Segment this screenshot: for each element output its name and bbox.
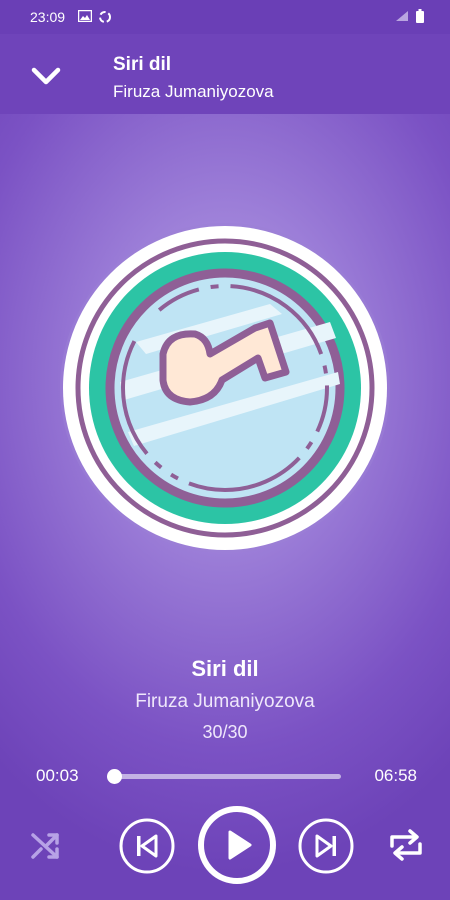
next-button[interactable] <box>298 818 354 879</box>
track-title: Siri dil <box>191 656 259 681</box>
skip-next-icon <box>298 818 354 874</box>
header-title: Siri dil <box>113 54 172 75</box>
track-position: 30/30 <box>202 722 248 742</box>
seek-bar[interactable] <box>106 769 341 784</box>
shuffle-icon <box>31 833 59 859</box>
collapse-button[interactable] <box>28 62 64 92</box>
status-bar: 23:09 <box>0 0 450 34</box>
sync-icon <box>99 11 111 23</box>
total-time: 06:58 <box>374 766 417 785</box>
skip-previous-icon <box>119 818 175 874</box>
notification-icons <box>78 10 112 24</box>
seek-thumb[interactable] <box>106 769 122 784</box>
album-art <box>50 222 400 553</box>
chevron-down-icon <box>31 67 61 85</box>
shuffle-button[interactable] <box>27 827 63 868</box>
signal-icon <box>396 11 408 21</box>
status-time: 23:09 <box>30 9 66 25</box>
previous-button[interactable] <box>119 818 175 879</box>
image-icon <box>78 10 92 22</box>
battery-icon <box>416 9 424 23</box>
play-icon <box>198 806 276 884</box>
repeat-icon <box>390 829 422 861</box>
player-header: Siri dil Firuza Jumaniyozova <box>0 34 450 114</box>
play-button[interactable] <box>197 805 277 890</box>
repeat-button[interactable] <box>386 826 426 869</box>
elapsed-time: 00:03 <box>36 766 79 785</box>
track-artist: Firuza Jumaniyozova <box>135 691 315 712</box>
header-artist: Firuza Jumaniyozova <box>113 82 274 101</box>
system-icons <box>396 9 424 23</box>
